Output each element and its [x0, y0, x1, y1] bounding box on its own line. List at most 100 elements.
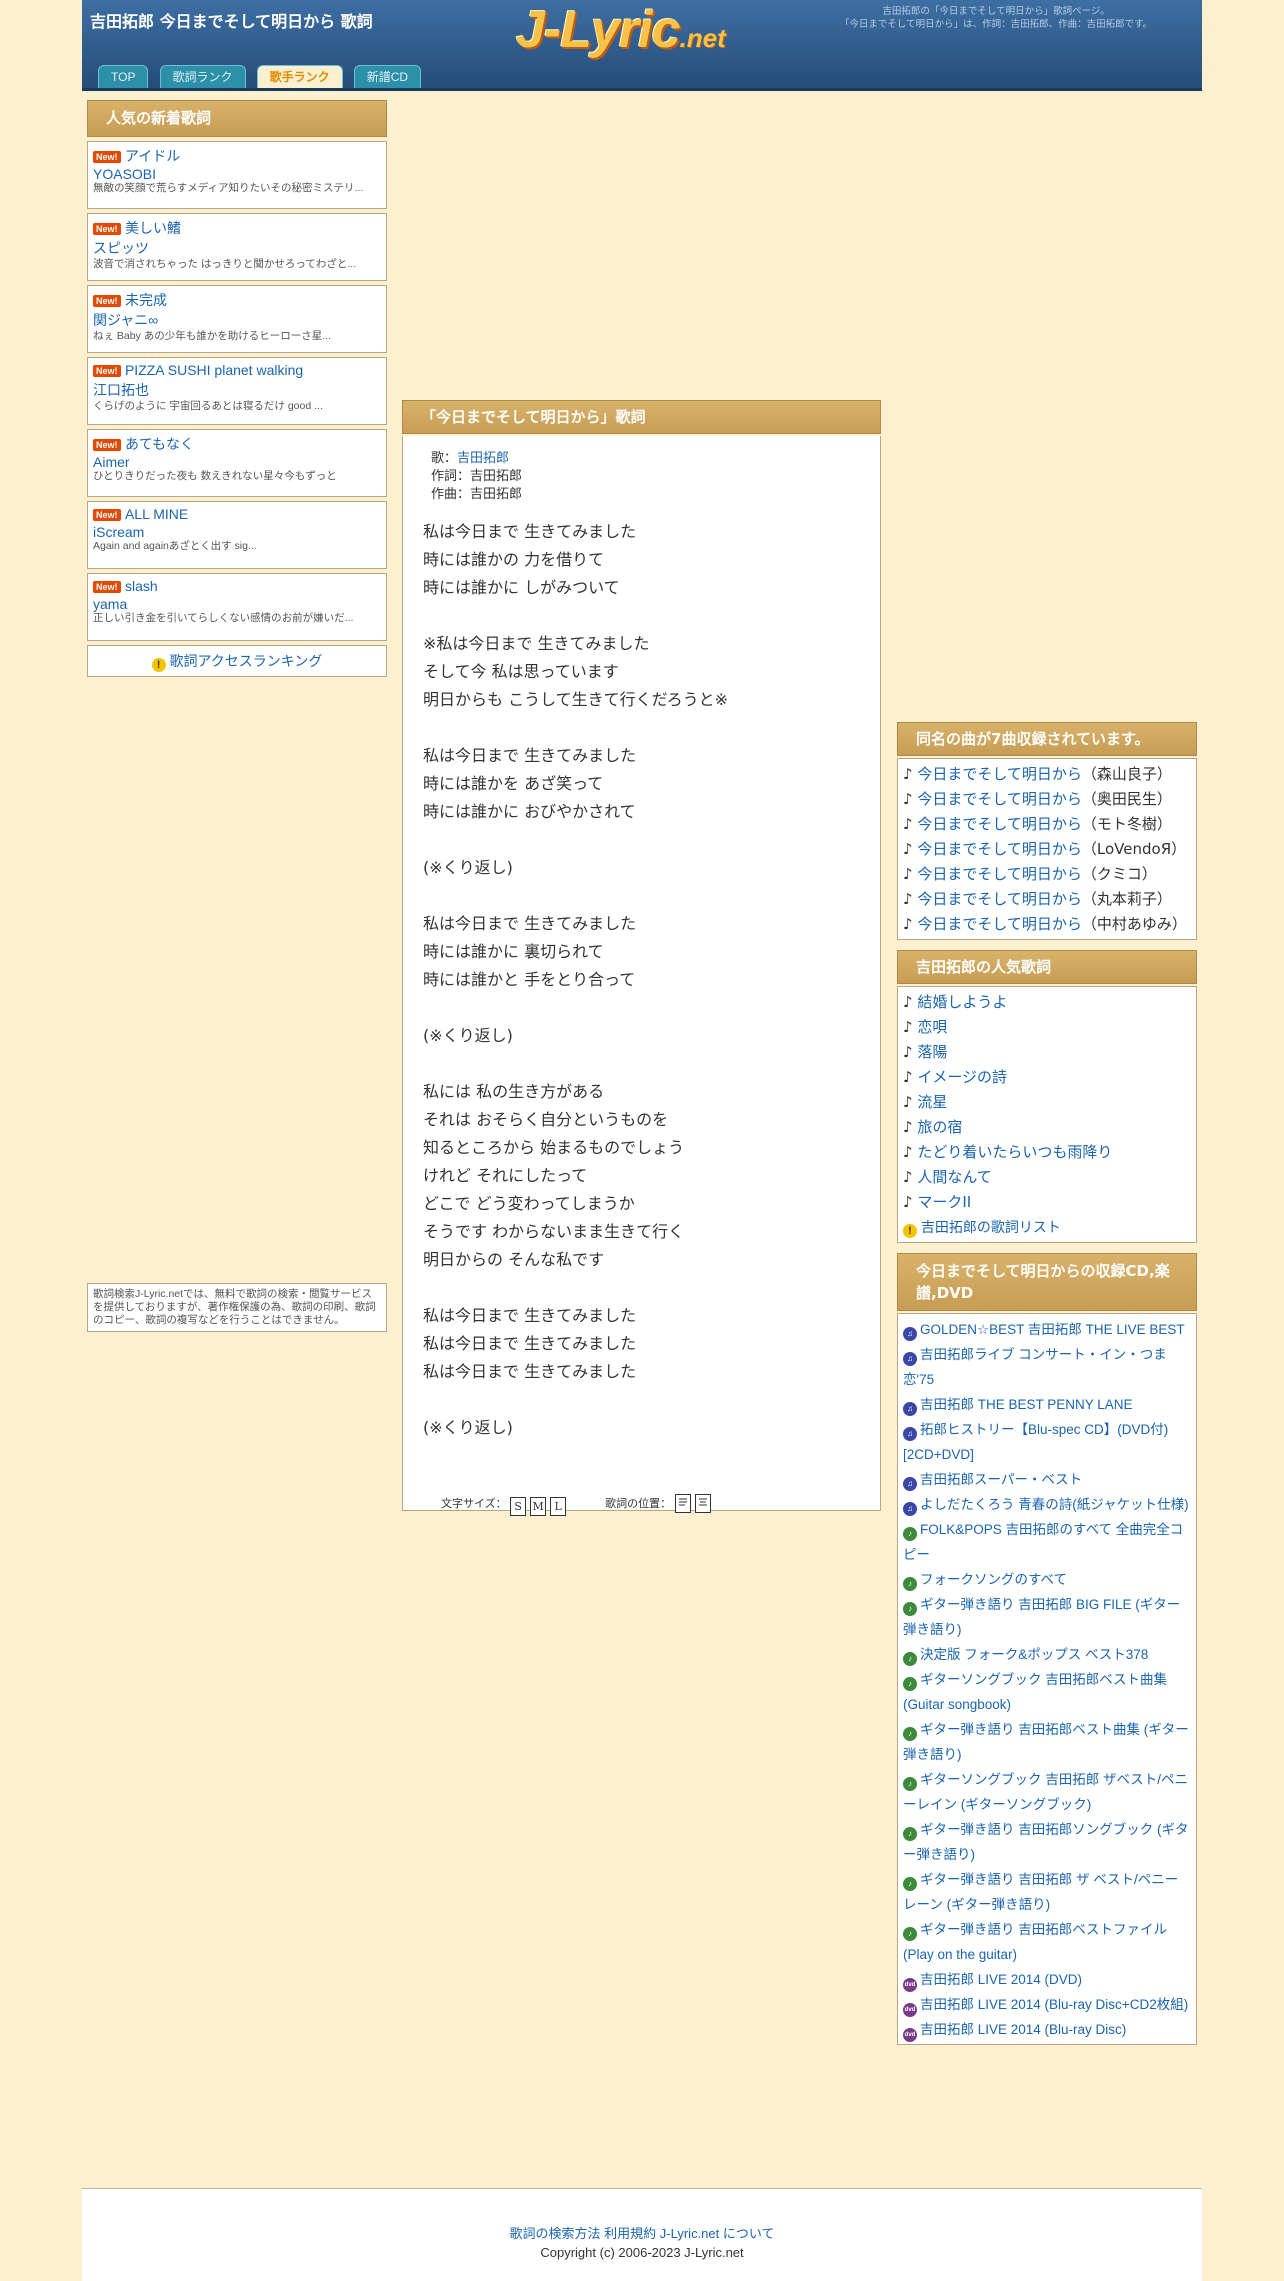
singer-label: 歌： [431, 451, 458, 466]
same-name-item: ♪ 今日までそして明日から（丸本莉子） [903, 887, 1191, 912]
tab-lyric-ranking[interactable]: 歌詞ランク [159, 65, 246, 88]
footer-terms-link[interactable]: 利用規約 [604, 2226, 656, 2241]
cd-link[interactable]: 吉田拓郎ライブ コンサート・イン・つま恋'75 [903, 1347, 1167, 1387]
cd-link[interactable]: FOLK&POPS 吉田拓郎のすべて 全曲完全コピー [903, 1522, 1183, 1562]
popular-lyric-link[interactable]: たどり着いたらいつも雨降り [917, 1143, 1112, 1161]
new-lyric-title-link[interactable]: 美しい鰭 [125, 220, 181, 236]
new-lyric-excerpt: 正しい引き金を引いてらしくない感情のお前が嫌いだ... [93, 612, 354, 624]
note-icon: ♪ [903, 765, 918, 783]
same-name-song-link[interactable]: 今日までそして明日から [917, 790, 1082, 808]
cd-item: ♪ FOLK&POPS 吉田拓郎のすべて 全曲完全コピー [903, 1517, 1191, 1567]
cd-link[interactable]: ギター弾き語り 吉田拓郎 ザ ベスト/ペニーレーン (ギター弾き語り) [903, 1872, 1178, 1912]
new-lyric-title-link[interactable]: ALL MINE [125, 506, 188, 522]
align-left-icon[interactable] [674, 1494, 691, 1513]
cd-link[interactable]: ギター弾き語り 吉田拓郎 BIG FILE (ギター弾き語り) [903, 1597, 1180, 1637]
new-lyric-artist-link[interactable]: Aimer [93, 454, 381, 470]
new-lyric-excerpt: ひとりきりだった夜も 数えきれない星々今もずっと [93, 470, 337, 482]
same-name-item: ♪ 今日までそして明日から（中村あゆみ） [903, 912, 1191, 937]
same-name-item: ♪ 今日までそして明日から（クミコ） [903, 862, 1191, 887]
tab-new-cd[interactable]: 新譜CD [353, 65, 422, 88]
popular-lyric-item: ♪ イメージの詩 [903, 1065, 1191, 1090]
popular-lyric-item: ♪ 結婚しようよ [903, 990, 1191, 1015]
tab-artist-ranking[interactable]: 歌手ランク [256, 65, 343, 88]
align-center-icon[interactable] [694, 1494, 711, 1513]
exclamation-icon: ! [151, 658, 166, 672]
cd-link[interactable]: ギター弾き語り 吉田拓郎ベストファイル (Play on the guitar) [903, 1922, 1167, 1962]
cd-item: ♫ よしだたくろう 青春の詩(紙ジャケット仕様) [903, 1492, 1191, 1517]
cd-link[interactable]: 吉田拓郎スーパー・ベスト [920, 1472, 1082, 1487]
popular-lyric-link[interactable]: 流星 [917, 1093, 947, 1111]
cd-link[interactable]: ギター弾き語り 吉田拓郎ベスト曲集 (ギター弾き語り) [903, 1722, 1189, 1762]
popular-lyric-item: ♪ 落陽 [903, 1040, 1191, 1065]
cd-link[interactable]: 吉田拓郎 THE BEST PENNY LANE [920, 1397, 1133, 1412]
popular-lyric-link[interactable]: 恋唄 [917, 1018, 947, 1036]
popular-lyric-item: ♪ たどり着いたらいつも雨降り [903, 1140, 1191, 1165]
popular-lyric-item: ♪ 恋唄 [903, 1015, 1191, 1040]
cd-link[interactable]: よしだたくろう 青春の詩(紙ジャケット仕様) [920, 1497, 1189, 1512]
new-lyric-artist-link[interactable]: 関ジャニ∞ [93, 310, 381, 330]
same-name-song-link[interactable]: 今日までそして明日から [917, 890, 1082, 908]
note-icon: ♪ [903, 1193, 918, 1211]
cd-link[interactable]: 決定版 フォーク&ポップス ベスト378 [920, 1647, 1148, 1662]
same-name-artist: （奥田民生） [1081, 790, 1172, 808]
cd-item: ♫ 拓郎ヒストリー【Blu-spec CD】(DVD付)[2CD+DVD] [903, 1417, 1191, 1467]
songbook-icon: ♪ [903, 1602, 917, 1616]
music-cd-icon: ♫ [903, 1352, 917, 1366]
new-lyric-title-link[interactable]: slash [125, 578, 158, 594]
access-ranking-link[interactable]: 歌詞アクセスランキング [170, 653, 323, 669]
cd-item: ♪ ギター弾き語り 吉田拓郎 BIG FILE (ギター弾き語り) [903, 1592, 1191, 1642]
new-lyric-artist-link[interactable]: iScream [93, 524, 381, 540]
cd-link[interactable]: ギター弾き語り 吉田拓郎ソングブック (ギター弾き語り) [903, 1822, 1189, 1862]
cd-link[interactable]: GOLDEN☆BEST 吉田拓郎 THE LIVE BEST [920, 1322, 1185, 1337]
same-name-song-link[interactable]: 今日までそして明日から [917, 815, 1082, 833]
same-name-song-link[interactable]: 今日までそして明日から [917, 915, 1082, 933]
cd-item: ♫ 吉田拓郎ライブ コンサート・イン・つま恋'75 [903, 1342, 1191, 1392]
cd-link[interactable]: 吉田拓郎 LIVE 2014 (Blu-ray Disc) [920, 2022, 1126, 2037]
site-logo[interactable]: J-Lyric.net [516, 0, 726, 60]
popular-lyric-link[interactable]: 結婚しようよ [917, 993, 1007, 1011]
singer-link[interactable]: 吉田拓郎 [457, 451, 509, 466]
cd-link[interactable]: 吉田拓郎 LIVE 2014 (Blu-ray Disc+CD2枚組) [920, 1997, 1188, 2012]
songbook-icon: ♪ [903, 1727, 917, 1741]
cd-link[interactable]: 拓郎ヒストリー【Blu-spec CD】(DVD付)[2CD+DVD] [903, 1422, 1168, 1462]
note-icon: ♪ [903, 1118, 918, 1136]
artist-lyrics-list-link[interactable]: 吉田拓郎の歌詞リスト [921, 1219, 1061, 1235]
same-name-artist: （LoVendoЯ） [1081, 840, 1187, 858]
same-name-song-link[interactable]: 今日までそして明日から [917, 840, 1082, 858]
new-lyric-title-link[interactable]: アイドル [125, 148, 180, 164]
font-size-large-button[interactable]: L [550, 1497, 567, 1516]
new-badge: New! [93, 295, 121, 307]
new-lyric-artist-link[interactable]: 江口拓也 [93, 380, 381, 400]
note-icon: ♪ [903, 1043, 918, 1061]
new-lyric-artist-link[interactable]: yama [93, 596, 381, 612]
font-size-medium-button[interactable]: M [530, 1497, 547, 1516]
popular-lyric-link[interactable]: 人間なんて [917, 1168, 991, 1186]
footer-about-link[interactable]: J-Lyric.net について [660, 2226, 775, 2241]
new-lyric-title-link[interactable]: 未完成 [125, 292, 167, 308]
new-lyric-title-link[interactable]: PIZZA SUSHI planet walking [125, 362, 303, 378]
popular-lyric-link[interactable]: 落陽 [917, 1043, 947, 1061]
new-lyric-artist-link[interactable]: YOASOBI [93, 166, 381, 182]
font-size-small-button[interactable]: S [510, 1497, 527, 1516]
cd-link[interactable]: 吉田拓郎 LIVE 2014 (DVD) [920, 1972, 1082, 1987]
cd-item: dvd 吉田拓郎 LIVE 2014 (Blu-ray Disc) [903, 2017, 1191, 2042]
same-name-song-link[interactable]: 今日までそして明日から [917, 865, 1082, 883]
tab-top[interactable]: TOP [98, 65, 149, 88]
new-lyric-artist-link[interactable]: スピッツ [93, 238, 381, 258]
footer-search-help-link[interactable]: 歌詞の検索方法 [510, 2226, 601, 2241]
note-icon: ♪ [903, 993, 918, 1011]
new-lyric-item: New! あてもなく Aimer ひとりきりだった夜も 数えきれない星々今もずっと [87, 429, 387, 497]
new-lyric-title-link[interactable]: あてもなく [125, 436, 194, 452]
cd-list: ♫ GOLDEN☆BEST 吉田拓郎 THE LIVE BEST ♫ 吉田拓郎ライブ … [897, 1313, 1197, 2045]
cd-link[interactable]: フォークソングのすべて [920, 1572, 1067, 1587]
cd-link[interactable]: ギターソングブック 吉田拓郎ベスト曲集 (Guitar songbook) [903, 1672, 1167, 1712]
new-lyric-item: New! アイドル YOASOBI 無敵の笑顔で荒らすメディア知りたいその秘密ミステ… [87, 141, 387, 209]
cd-item: ♪ 決定版 フォーク&ポップス ベスト378 [903, 1642, 1191, 1667]
popular-lyric-link[interactable]: 旅の宿 [917, 1118, 962, 1136]
popular-lyric-link[interactable]: イメージの詩 [917, 1068, 1007, 1086]
popular-lyric-link[interactable]: マークII [917, 1193, 971, 1211]
music-cd-icon: ♫ [903, 1402, 917, 1416]
same-name-song-link[interactable]: 今日までそして明日から [917, 765, 1082, 783]
same-name-item: ♪ 今日までそして明日から（奥田民生） [903, 787, 1191, 812]
cd-link[interactable]: ギターソングブック 吉田拓郎 ザベスト/ペニーレイン (ギターソングブック) [903, 1772, 1188, 1812]
